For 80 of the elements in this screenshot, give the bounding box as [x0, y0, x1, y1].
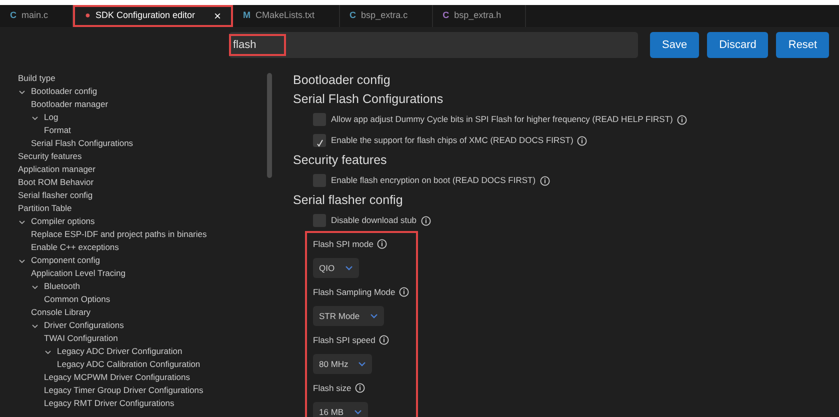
checkbox[interactable] [313, 113, 326, 126]
section-heading: Serial Flash Configurations [293, 91, 444, 108]
info-icon[interactable] [379, 335, 390, 345]
toolbar-button[interactable]: Save [650, 32, 700, 58]
dropdown[interactable]: 16 MB [313, 402, 368, 417]
info-icon[interactable] [377, 239, 388, 249]
info-icon[interactable] [540, 176, 550, 186]
tree-item[interactable]: Compiler options [31, 215, 95, 228]
tree-item[interactable]: Boot ROM Behavior [18, 176, 94, 189]
chevron-icon[interactable] [31, 322, 39, 330]
option-label: Flash SPI mode [313, 238, 374, 250]
editor-tab[interactable]: C bsp_extra.c [340, 5, 433, 27]
option-label: Allow app adjust Dummy Cycle bits in SPI Flash for higher frequency (READ HELP FIRST) [331, 113, 673, 126]
toolbar-button[interactable]: Reset [776, 32, 830, 58]
tree-item[interactable]: Application Level Tracing [31, 267, 126, 280]
search-field[interactable]: flash [229, 32, 638, 58]
editor-tab[interactable]: ● SDK Configuration editor × [73, 5, 234, 27]
chevron-icon[interactable] [18, 88, 26, 96]
section-heading: Security features [293, 152, 388, 169]
tree-item[interactable]: Legacy RMT Driver Configurations [44, 397, 174, 410]
checkbox[interactable] [313, 174, 326, 187]
checkbox[interactable] [313, 134, 326, 147]
toolbar-button[interactable]: Discard [707, 32, 768, 58]
chevron-down-icon [370, 313, 378, 319]
tree-item[interactable]: Partition Table [18, 202, 72, 215]
tree-item[interactable]: Security features [18, 150, 82, 163]
editor-tab[interactable]: C bsp_extra.h [432, 5, 526, 27]
tree-item[interactable]: Replace ESP-IDF and project paths in binaries [31, 228, 207, 241]
tree-item[interactable]: Legacy Timer Group Driver Configurations [44, 384, 204, 397]
tree-item[interactable]: TWAI Configuration [44, 332, 118, 345]
tree-item[interactable]: Enable C++ exceptions [31, 241, 119, 254]
chevron-icon[interactable] [44, 348, 52, 356]
option-label: Flash SPI speed [313, 334, 376, 346]
chevron-down-icon [354, 409, 362, 415]
tree-item[interactable]: Serial Flash Configurations [31, 137, 134, 150]
dropdown[interactable]: STR Mode [313, 306, 384, 326]
info-icon[interactable] [420, 216, 431, 226]
info-icon[interactable] [399, 287, 410, 297]
checkbox[interactable] [313, 214, 326, 227]
section-heading: Serial flasher config [293, 192, 404, 209]
file-type-icon: ● [85, 9, 90, 23]
tree-item[interactable]: Legacy ADC Driver Configuration [57, 345, 182, 358]
option-label: Disable download stub [331, 214, 417, 227]
chevron-icon[interactable] [18, 218, 26, 226]
tree-item[interactable]: Bootloader config [31, 85, 98, 98]
close-icon[interactable]: × [214, 7, 222, 25]
file-type-icon: C [350, 9, 356, 23]
section-heading: Bootloader config [293, 72, 392, 89]
option-label: Flash size [313, 382, 352, 394]
chevron-down-icon [344, 265, 353, 271]
check-icon [316, 139, 324, 147]
dropdown[interactable]: QIO [313, 258, 359, 278]
tree-item[interactable]: Console Library [31, 306, 91, 319]
option-label: Flash Sampling Mode [313, 286, 396, 298]
chevron-icon[interactable] [18, 256, 26, 264]
tree-item[interactable]: Format [44, 124, 71, 137]
option-label: Enable flash encryption on boot (READ DOCS FIRST) [331, 174, 536, 187]
file-type-icon: M [243, 9, 251, 23]
chevron-icon[interactable] [31, 114, 39, 122]
file-type-icon: C [10, 9, 16, 23]
tree-item[interactable]: Legacy ADC Calibration Configuration [57, 358, 200, 371]
tree-item[interactable]: Application manager [18, 163, 96, 176]
tree-item[interactable]: Component config [31, 254, 100, 267]
tree-item[interactable]: Driver Configurations [44, 319, 124, 332]
chevron-icon[interactable] [31, 282, 39, 290]
dropdown[interactable]: 80 MHz [313, 354, 372, 374]
tree-item[interactable]: Bluetooth [44, 280, 80, 293]
tree-item[interactable]: Common Options [44, 293, 110, 306]
info-icon[interactable] [676, 114, 687, 124]
scrollbar-thumb[interactable] [267, 73, 272, 178]
tree-item[interactable]: Log [44, 111, 58, 124]
info-icon[interactable] [577, 136, 588, 146]
chevron-down-icon [358, 361, 366, 367]
tree-item[interactable]: Bootloader manager [31, 98, 108, 111]
option-label: Enable the support for flash chips of XMC (READ DOCS FIRST) [331, 134, 574, 147]
tree-item[interactable]: Serial flasher config [18, 189, 93, 202]
tree-item[interactable]: Build type [18, 72, 56, 85]
info-icon[interactable] [355, 383, 366, 393]
file-type-icon: C [442, 9, 450, 23]
tree-item[interactable]: Legacy MCPWM Driver Configurations [44, 371, 190, 384]
